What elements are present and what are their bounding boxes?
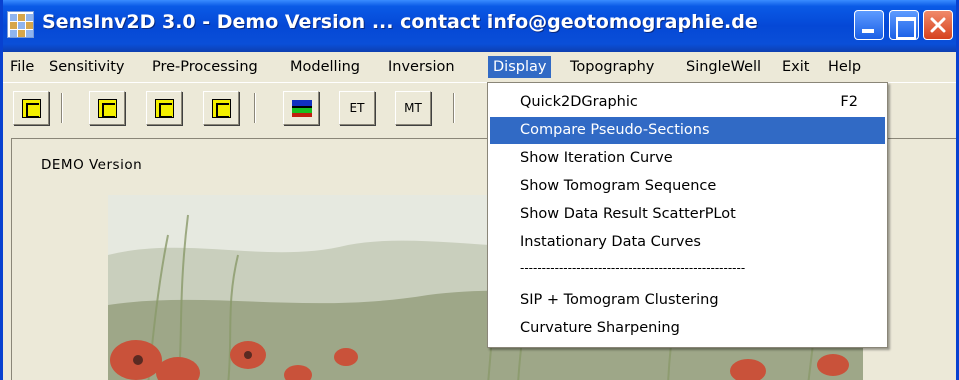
menu-item-show-data-result-scatterplot[interactable]: Show Data Result ScatterPLot	[490, 201, 885, 228]
menu-file[interactable]: File	[5, 56, 39, 78]
toolbar-mt-button[interactable]: MT	[395, 91, 431, 125]
toolbar-separator	[254, 93, 256, 123]
sheet-icon	[22, 99, 41, 118]
close-icon	[930, 17, 946, 33]
menu-inversion[interactable]: Inversion	[383, 56, 460, 78]
menu-item-show-tomogram-sequence[interactable]: Show Tomogram Sequence	[490, 173, 885, 200]
menu-singlewell[interactable]: SingleWell	[681, 56, 766, 78]
menu-item-shortcut: F2	[840, 94, 858, 110]
mg-icon	[155, 99, 174, 118]
menu-item-label: Show Tomogram Sequence	[520, 178, 717, 194]
menu-modelling[interactable]: Modelling	[285, 56, 365, 78]
menu-separator: ----------------------------------------…	[520, 261, 746, 275]
application-window: SensInv2D 3.0 - Demo Version ... contact…	[0, 0, 959, 380]
minimize-button[interactable]	[854, 10, 884, 40]
menu-item-label: Show Data Result ScatterPLot	[520, 206, 736, 222]
menu-item-label: Quick2DGraphic	[520, 94, 638, 110]
toolbar-sheet-button[interactable]	[13, 91, 49, 125]
menu-exit[interactable]: Exit	[777, 56, 814, 78]
menu-item-label: Instationary Data Curves	[520, 234, 701, 250]
mt-label: MT	[404, 101, 422, 115]
menu-pre-processing[interactable]: Pre-Processing	[147, 56, 263, 78]
title-bar[interactable]: SensInv2D 3.0 - Demo Version ... contact…	[3, 0, 956, 52]
menu-item-instationary-data-curves[interactable]: Instationary Data Curves	[490, 229, 885, 256]
et-label: ET	[349, 101, 365, 115]
toolbar-inv-button[interactable]	[203, 91, 239, 125]
menu-item-sip-tomogram-clustering[interactable]: SIP + Tomogram Clustering	[490, 287, 885, 314]
menu-sensitivity[interactable]: Sensitivity	[44, 56, 130, 78]
close-button[interactable]	[923, 10, 953, 40]
menu-help[interactable]: Help	[823, 56, 866, 78]
menu-item-label: SIP + Tomogram Clustering	[520, 292, 719, 308]
menu-item-label: Compare Pseudo-Sections	[520, 122, 710, 138]
menu-item-label: Show Iteration Curve	[520, 150, 673, 166]
menu-bar: File Sensitivity Pre-Processing Modellin…	[3, 52, 956, 80]
menu-item-curvature-sharpening[interactable]: Curvature Sharpening	[490, 315, 885, 342]
toolbar-et-button[interactable]: ET	[339, 91, 375, 125]
toolbar-separator	[453, 93, 455, 123]
menu-item-quick2dgraphic[interactable]: Quick2DGraphic F2	[490, 89, 885, 116]
inv-icon	[212, 99, 231, 118]
display-dropdown-menu: Quick2DGraphic F2 Compare Pseudo-Section…	[487, 82, 888, 348]
demo-version-label: DEMO Version	[41, 157, 143, 173]
menu-item-compare-pseudo-sections[interactable]: Compare Pseudo-Sections	[490, 117, 885, 144]
toolbar-sen-button[interactable]	[89, 91, 125, 125]
menu-item-show-iteration-curve[interactable]: Show Iteration Curve	[490, 145, 885, 172]
menu-display[interactable]: Display	[488, 56, 552, 78]
menu-topography[interactable]: Topography	[565, 56, 659, 78]
layers-icon	[292, 100, 312, 117]
menu-item-label: Curvature Sharpening	[520, 320, 680, 336]
sen-icon	[98, 99, 117, 118]
toolbar-mg-button[interactable]	[146, 91, 182, 125]
maximize-button[interactable]	[889, 10, 919, 40]
window-title: SensInv2D 3.0 - Demo Version ... contact…	[42, 11, 758, 33]
toolbar-layers-button[interactable]	[283, 91, 319, 125]
grid-app-icon[interactable]	[7, 11, 34, 38]
toolbar-separator	[61, 93, 63, 123]
